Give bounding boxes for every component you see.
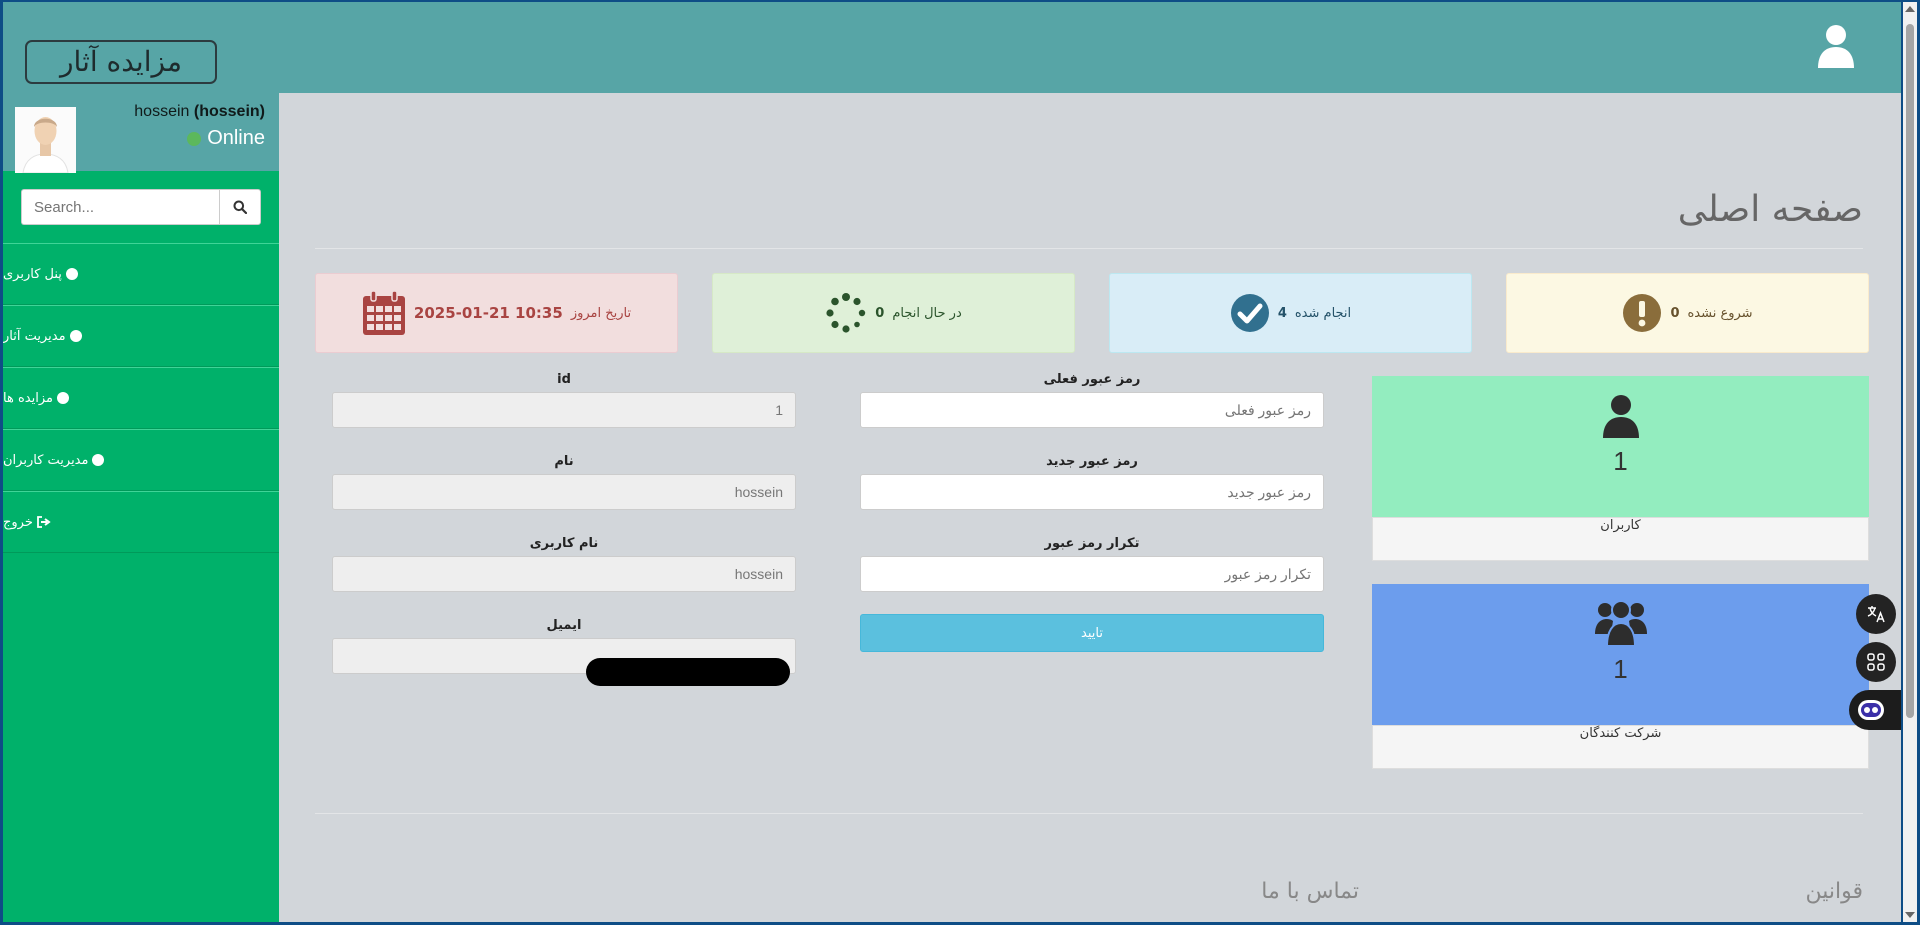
participants-box[interactable]: 1 شرکت کنندگان xyxy=(1372,584,1869,769)
spinner-icon xyxy=(826,293,866,333)
top-header: مزایده آثار هنری xyxy=(3,2,1901,118)
name-field[interactable] xyxy=(332,474,796,510)
current-password-label: رمز عبور فعلی xyxy=(1043,372,1141,387)
stat-value: 4 xyxy=(1277,305,1287,321)
users-box-body: 1 xyxy=(1372,376,1869,517)
name-label: نام xyxy=(554,454,574,469)
sidebar: hossein (hossein) Online پنل کاربری xyxy=(3,93,279,922)
users-group-icon xyxy=(1594,600,1647,646)
online-dot-icon xyxy=(187,131,202,146)
main-content: صفحه اصلی شروع نشده 0 انجام شده 4 در حال… xyxy=(279,93,1901,922)
sidebar-item-label: مزایده ها xyxy=(3,390,53,406)
user-panel: hossein (hossein) Online xyxy=(3,93,279,173)
user-icon xyxy=(1602,395,1639,438)
stat-date: تاریخ امروز 2025-01-21 10:35 xyxy=(315,273,678,353)
id-label: id xyxy=(557,372,571,387)
translate-icon xyxy=(1867,606,1885,623)
search-form xyxy=(21,189,261,225)
stat-label: در حال انجام xyxy=(892,305,962,321)
current-password-input[interactable] xyxy=(860,392,1324,428)
translate-button[interactable] xyxy=(1856,594,1896,634)
stat-label: انجام شده xyxy=(1294,305,1352,321)
scrollbar-thumb[interactable] xyxy=(1906,24,1914,718)
scroll-up-arrow-icon[interactable] xyxy=(1905,6,1915,12)
stat-value: 2025-01-21 10:35 xyxy=(413,304,563,322)
circle-icon xyxy=(56,392,69,404)
sidebar-item-artworks[interactable]: مدیریت آثار xyxy=(3,305,279,367)
sidebar-item-auctions[interactable]: مزایده ها xyxy=(3,367,279,429)
stat-value: 0 xyxy=(875,305,885,321)
id-field[interactable] xyxy=(332,392,796,428)
bot-icon xyxy=(1858,700,1884,720)
circle-icon xyxy=(65,268,78,280)
repeat-password-input[interactable] xyxy=(860,556,1324,592)
stat-value: 0 xyxy=(1670,305,1680,321)
grid-icon xyxy=(1867,653,1885,671)
sidebar-item-user-panel[interactable]: پنل کاربری xyxy=(3,243,279,305)
users-box[interactable]: 1 کاربران xyxy=(1372,376,1869,561)
user-name: hossein (hossein) xyxy=(134,103,265,121)
user-status: Online xyxy=(187,127,265,150)
status-text: Online xyxy=(207,127,265,149)
profile-form: id نام نام کاربری ایمیل xyxy=(332,368,796,696)
avatar xyxy=(15,107,76,173)
new-password-input[interactable] xyxy=(860,474,1324,510)
circle-icon xyxy=(92,454,105,466)
repeat-password-label: تکرار رمز عبور xyxy=(1044,536,1140,551)
calendar-icon xyxy=(362,290,405,335)
submit-button[interactable]: تایید xyxy=(860,614,1324,652)
sidebar-item-users[interactable]: مدیریت کاربران xyxy=(3,429,279,491)
redaction-mark xyxy=(586,658,790,686)
footer-rules-link[interactable]: قوانین xyxy=(1805,879,1863,904)
stat-in-progress: در حال انجام 0 xyxy=(712,273,1075,353)
circle-icon xyxy=(69,330,82,342)
page-title: صفحه اصلی xyxy=(1677,189,1863,230)
apps-button[interactable] xyxy=(1856,642,1896,682)
participants-box-body: 1 xyxy=(1372,584,1869,725)
check-circle-icon xyxy=(1230,294,1269,332)
email-label: ایمیل xyxy=(546,618,582,633)
participants-count: 1 xyxy=(1613,654,1628,684)
search-input[interactable] xyxy=(21,189,219,225)
app-frame: مزایده آثار هنری hossein (hossein) xyxy=(3,2,1901,922)
sidebar-item-logout[interactable]: خروج xyxy=(3,491,279,553)
password-form: رمز عبور فعلی رمز عبور جدید تکرار رمز عب… xyxy=(860,368,1324,652)
stat-done: انجام شده 4 xyxy=(1109,273,1472,353)
stat-label: شروع نشده xyxy=(1687,305,1753,321)
sidebar-item-label: مدیریت آثار xyxy=(3,328,66,344)
username-label: نام کاربری xyxy=(529,536,599,551)
avatar-image xyxy=(15,107,76,173)
scroll-down-arrow-icon[interactable] xyxy=(1905,912,1915,918)
user-login-text: (hossein) xyxy=(193,103,265,120)
footer-contact-link[interactable]: تماس با ما xyxy=(1261,879,1359,904)
stat-not-started: شروع نشده 0 xyxy=(1506,273,1869,353)
assistant-button[interactable] xyxy=(1849,690,1901,730)
sidebar-item-label: پنل کاربری xyxy=(3,266,62,282)
brand-logo[interactable]: مزایده آثار هنری xyxy=(25,40,217,118)
exclamation-circle-icon xyxy=(1623,294,1662,332)
sign-out-icon xyxy=(36,516,51,528)
users-count: 1 xyxy=(1613,446,1628,476)
user-name-text: hossein xyxy=(134,103,190,120)
username-field[interactable] xyxy=(332,556,796,592)
participants-box-label: شرکت کنندگان xyxy=(1372,725,1869,769)
user-icon[interactable] xyxy=(1816,24,1856,68)
search-icon xyxy=(233,200,247,214)
sidebar-item-label: مدیریت کاربران xyxy=(3,452,89,468)
divider xyxy=(315,248,1863,249)
sidebar-menu: پنل کاربری مدیریت آثار مزایده ها مدیریت … xyxy=(3,243,279,553)
users-box-label: کاربران xyxy=(1372,517,1869,561)
stat-label: تاریخ امروز xyxy=(570,305,632,321)
footer-divider xyxy=(315,813,1863,814)
sidebar-item-label: خروج xyxy=(3,514,33,530)
new-password-label: رمز عبور جدید xyxy=(1046,454,1138,469)
search-button[interactable] xyxy=(219,189,261,225)
